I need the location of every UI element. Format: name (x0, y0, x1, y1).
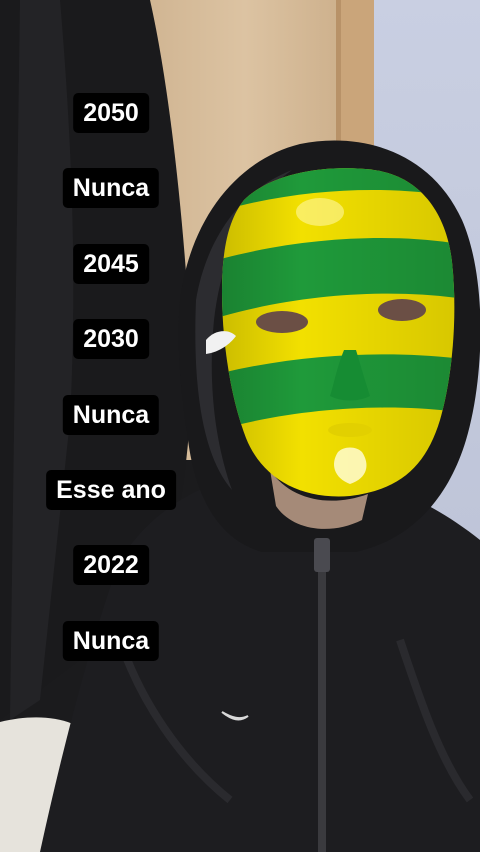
label-nunca-3: Nunca (62, 621, 160, 661)
label-nunca-2: Nunca (62, 395, 160, 435)
label-esse-ano: Esse ano (46, 470, 176, 510)
label-2050: 2050 (73, 93, 149, 133)
zipper (318, 540, 326, 852)
label-2045: 2045 (73, 244, 149, 284)
story-labels: 2050 Nunca 2045 2030 Nunca Esse ano 2022… (0, 0, 222, 852)
label-nunca-1: Nunca (62, 168, 160, 208)
label-2030: 2030 (73, 319, 149, 359)
story-frame: 2050 Nunca 2045 2030 Nunca Esse ano 2022… (0, 0, 480, 852)
label-2022: 2022 (73, 545, 149, 585)
